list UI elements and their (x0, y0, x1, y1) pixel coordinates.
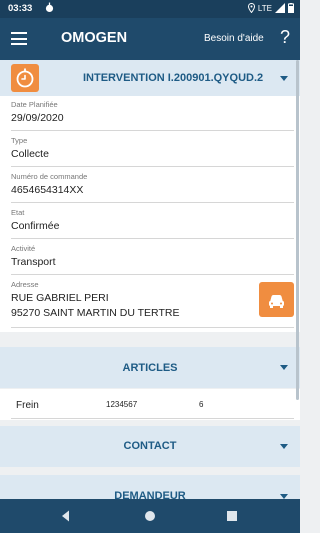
article-name: Frein (16, 400, 39, 411)
divider (11, 327, 294, 328)
app-title: OMOGEN (61, 30, 128, 46)
field-value: Transport (11, 256, 56, 268)
field-value: Confirmée (11, 220, 60, 232)
recent-apps-icon[interactable] (226, 510, 238, 522)
status-bar: 03:33 LTE (0, 0, 300, 18)
field-adresse: Adresse RUE GABRIEL PERI 95270 SAINT MAR… (11, 280, 179, 319)
timer-icon (16, 68, 34, 88)
help-icon[interactable]: ? (280, 27, 290, 48)
status-time: 03:33 (8, 3, 33, 14)
address-line-1: RUE GABRIEL PERI (11, 292, 109, 304)
field-label: Activité (11, 244, 36, 253)
article-code: 1234567 (106, 400, 138, 409)
divider (11, 274, 294, 275)
chevron-down-icon[interactable] (280, 76, 288, 81)
field-label: Date Planifiée (11, 100, 58, 109)
article-qty: 6 (199, 400, 204, 409)
field-etat: Etat Confirmée (11, 208, 59, 232)
intervention-details-card: Date Planifiée 29/09/2020 Type Collecte … (0, 96, 300, 332)
system-navigation-bar (0, 499, 300, 533)
contact-title: CONTACT (123, 440, 177, 452)
field-value: 29/09/2020 (11, 112, 64, 124)
intervention-header[interactable]: INTERVENTION I.200901.QYQUD.2 (0, 60, 300, 96)
address-line-2: 95270 SAINT MARTIN DU TERTRE (11, 307, 180, 319)
car-icon (269, 295, 284, 308)
field-numero-commande: Numéro de commande 4654654314XX (11, 172, 87, 196)
contact-header[interactable]: CONTACT (0, 426, 300, 467)
hamburger-menu-icon[interactable] (11, 32, 27, 45)
navigate-button[interactable] (259, 282, 294, 317)
table-row: Frein 1234567 6 (0, 389, 300, 420)
divider (11, 238, 294, 239)
notification-icon (45, 2, 54, 12)
back-icon[interactable] (59, 509, 73, 523)
network-type: LTE (257, 3, 272, 13)
divider (11, 130, 294, 131)
articles-title: ARTICLES (122, 362, 178, 374)
field-label: Adresse (11, 280, 39, 289)
divider (11, 418, 294, 419)
field-value: 4654654314XX (11, 184, 84, 196)
field-label: Numéro de commande (11, 172, 88, 181)
chevron-down-icon[interactable] (280, 365, 288, 370)
home-icon[interactable] (144, 510, 156, 522)
field-value: Collecte (11, 148, 49, 160)
signal-icon (275, 3, 285, 13)
chevron-down-icon[interactable] (280, 444, 288, 449)
divider (11, 166, 294, 167)
scrollbar[interactable] (296, 60, 299, 400)
location-icon (247, 3, 255, 13)
battery-icon (288, 3, 294, 13)
field-type: Type Collecte (11, 136, 49, 160)
field-label: Type (11, 136, 28, 145)
divider (11, 202, 294, 203)
articles-header[interactable]: ARTICLES (0, 347, 300, 388)
field-activite: Activité Transport (11, 244, 56, 268)
intervention-title: INTERVENTION I.200901.QYQUD.2 (83, 72, 264, 84)
field-label: Etat (11, 208, 25, 217)
help-link[interactable]: Besoin d'aide (204, 33, 264, 44)
app-bar: OMOGEN Besoin d'aide ? (0, 18, 300, 60)
field-date-planifiee: Date Planifiée 29/09/2020 (11, 100, 64, 124)
timer-button[interactable] (11, 64, 39, 92)
